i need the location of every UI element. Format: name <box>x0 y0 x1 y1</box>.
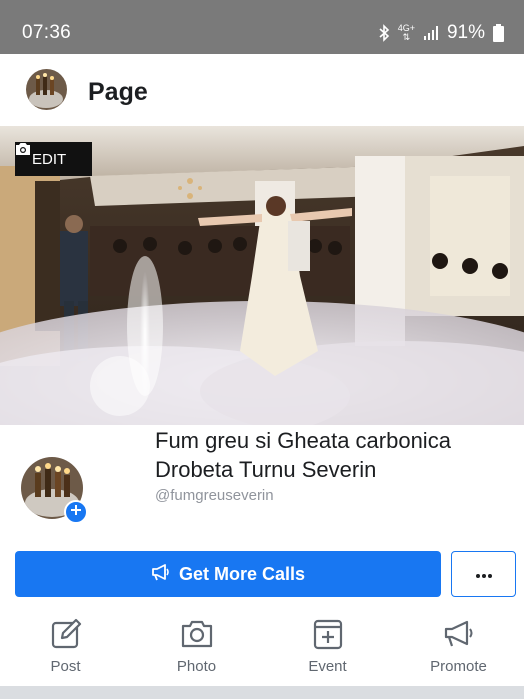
calendar-plus-icon <box>312 618 344 650</box>
network-type: 4G+ ⇅ <box>397 23 415 42</box>
page-header: Page <box>0 54 524 126</box>
page-action-bar: Post Photo Event Promote <box>0 606 524 686</box>
megaphone-icon <box>443 618 475 650</box>
bluetooth-icon <box>378 24 390 42</box>
edit-cover-button[interactable]: EDIT <box>15 142 92 176</box>
status-bar: 07:36 4G+ ⇅ 91% <box>0 0 524 54</box>
get-more-calls-label: Get More Calls <box>178 563 306 584</box>
event-action[interactable]: Event <box>262 606 393 686</box>
edit-label: EDIT <box>32 150 67 168</box>
add-profile-photo-button[interactable] <box>64 500 88 524</box>
get-more-calls-button[interactable]: Get More Calls <box>15 551 441 597</box>
more-options-button[interactable] <box>451 551 516 597</box>
promote-action[interactable]: Promote <box>393 606 524 686</box>
promote-label: Promote <box>430 658 487 675</box>
battery-percent: 91% <box>446 22 485 43</box>
cover-photo[interactable]: EDIT <box>0 126 524 425</box>
plus-icon <box>70 503 82 521</box>
page-username[interactable]: @fumgreuseverin <box>155 487 274 504</box>
section-divider <box>0 686 524 699</box>
page-avatar[interactable] <box>26 69 67 110</box>
edit-icon <box>50 618 82 650</box>
ellipsis-icon <box>475 565 492 583</box>
megaphone-icon <box>151 563 171 586</box>
camera-icon <box>181 618 213 650</box>
status-icons: 4G+ ⇅ 91% <box>378 20 504 46</box>
post-action[interactable]: Post <box>0 606 131 686</box>
battery-icon <box>493 24 504 42</box>
page-name: Fum greu si Gheata carbonica Drobeta Tur… <box>155 428 451 482</box>
page-title: Page <box>88 78 148 106</box>
network-label: 4G+ <box>397 23 415 33</box>
post-label: Post <box>50 658 81 675</box>
event-label: Event <box>308 658 347 675</box>
photo-action[interactable]: Photo <box>131 606 262 686</box>
signal-icon <box>423 25 439 41</box>
photo-label: Photo <box>176 658 217 675</box>
status-time: 07:36 <box>22 22 72 43</box>
